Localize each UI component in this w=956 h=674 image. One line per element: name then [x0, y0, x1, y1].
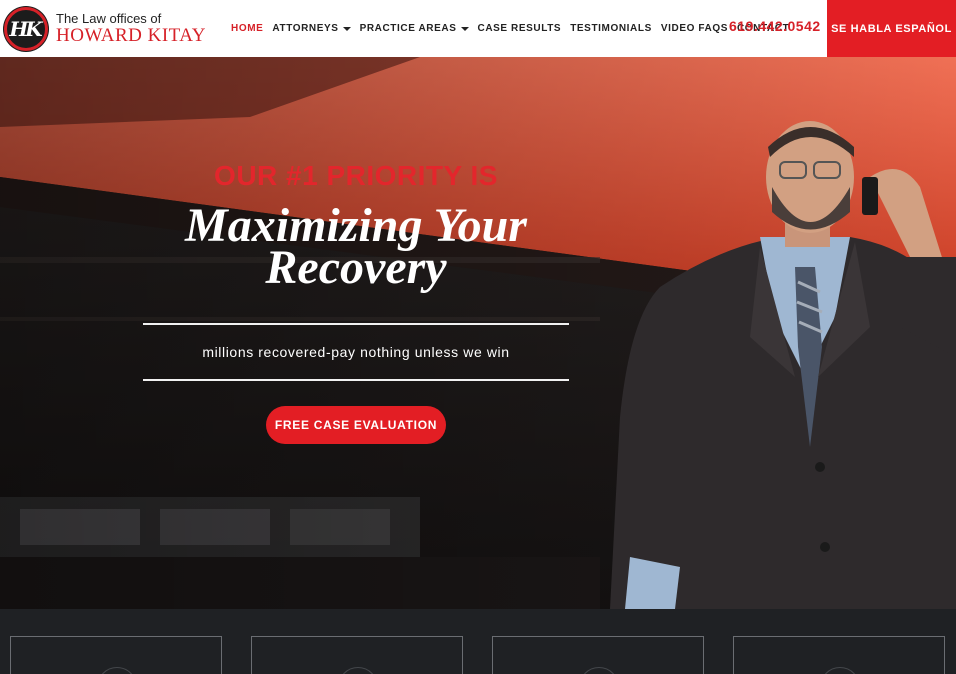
hero-section: OUR #1 PRIORITY IS Maximizing Your Recov… — [0, 57, 956, 609]
services-band — [0, 609, 956, 674]
phone-number-link[interactable]: 619.442.0542 — [729, 18, 821, 34]
service-icon — [97, 667, 137, 674]
attorney-photo — [610, 121, 956, 609]
service-card[interactable] — [251, 636, 463, 674]
nav-item-case-results[interactable]: CASE RESULTS — [478, 23, 562, 34]
free-case-evaluation-button[interactable]: FREE CASE EVALUATION — [266, 406, 446, 444]
hero-headline-line2: Recovery — [265, 241, 447, 294]
service-icon — [338, 667, 378, 674]
hero-eyebrow: OUR #1 PRIORITY IS — [214, 160, 498, 191]
service-card[interactable] — [733, 636, 945, 674]
service-icon — [579, 667, 619, 674]
logo-monogram-badge: HK — [4, 6, 48, 51]
divider-bottom — [143, 379, 569, 381]
service-icon — [820, 667, 860, 674]
nav-label: PRACTICE AREAS — [359, 23, 457, 34]
logo-monogram: HK — [9, 16, 42, 41]
nav-item-video-faqs[interactable]: VIDEO FAQS — [661, 23, 728, 34]
logo-line2: HOWARD KITAY — [56, 25, 206, 46]
nav-item-attorneys[interactable]: ATTORNEYS — [272, 23, 351, 34]
service-card[interactable] — [492, 636, 704, 674]
nav-label: ATTORNEYS — [272, 23, 339, 34]
hero-headline: Maximizing Your Recovery — [130, 202, 582, 294]
nav-label: CASE RESULTS — [477, 23, 562, 34]
caret-down-icon — [460, 26, 469, 31]
logo-text: The Law offices of HOWARD KITAY — [56, 12, 206, 45]
main-nav: HOME ATTORNEYS PRACTICE AREAS CASE RESUL… — [231, 0, 798, 57]
nav-label: TESTIMONIALS — [570, 23, 652, 34]
logo-line1: The Law offices of — [56, 11, 162, 26]
nav-label: HOME — [231, 23, 264, 34]
caret-down-icon — [342, 26, 351, 31]
nav-label: VIDEO FAQS — [660, 23, 728, 34]
site-logo[interactable]: HK The Law offices of HOWARD KITAY — [4, 0, 206, 57]
service-card[interactable] — [10, 636, 222, 674]
hero-tagline: millions recovered-pay nothing unless we… — [202, 344, 510, 360]
spanish-button[interactable]: SE HABLA ESPAÑOL — [827, 0, 956, 57]
site-header: HK The Law offices of HOWARD KITAY HOME … — [0, 0, 956, 57]
nav-item-home[interactable]: HOME — [231, 23, 263, 34]
nav-item-practice-areas[interactable]: PRACTICE AREAS — [360, 23, 469, 34]
divider-top — [143, 323, 569, 325]
nav-item-testimonials[interactable]: TESTIMONIALS — [570, 23, 652, 34]
